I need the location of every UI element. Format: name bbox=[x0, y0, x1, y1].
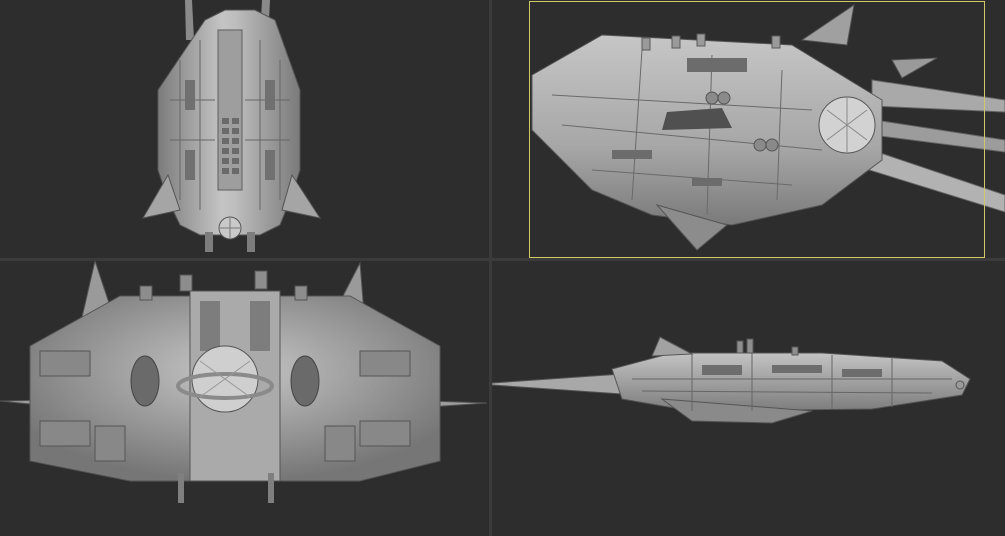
spaceship-side-view bbox=[492, 336, 971, 424]
viewport-side[interactable] bbox=[492, 261, 1005, 536]
spaceship-front-view bbox=[0, 261, 488, 503]
quad-viewport bbox=[0, 0, 1005, 536]
viewport-perspective[interactable] bbox=[492, 0, 1005, 258]
spaceship-top-view bbox=[141, 0, 322, 252]
viewport-top[interactable] bbox=[0, 0, 489, 258]
viewport-front[interactable] bbox=[0, 261, 489, 536]
camera-frame bbox=[529, 1, 985, 258]
